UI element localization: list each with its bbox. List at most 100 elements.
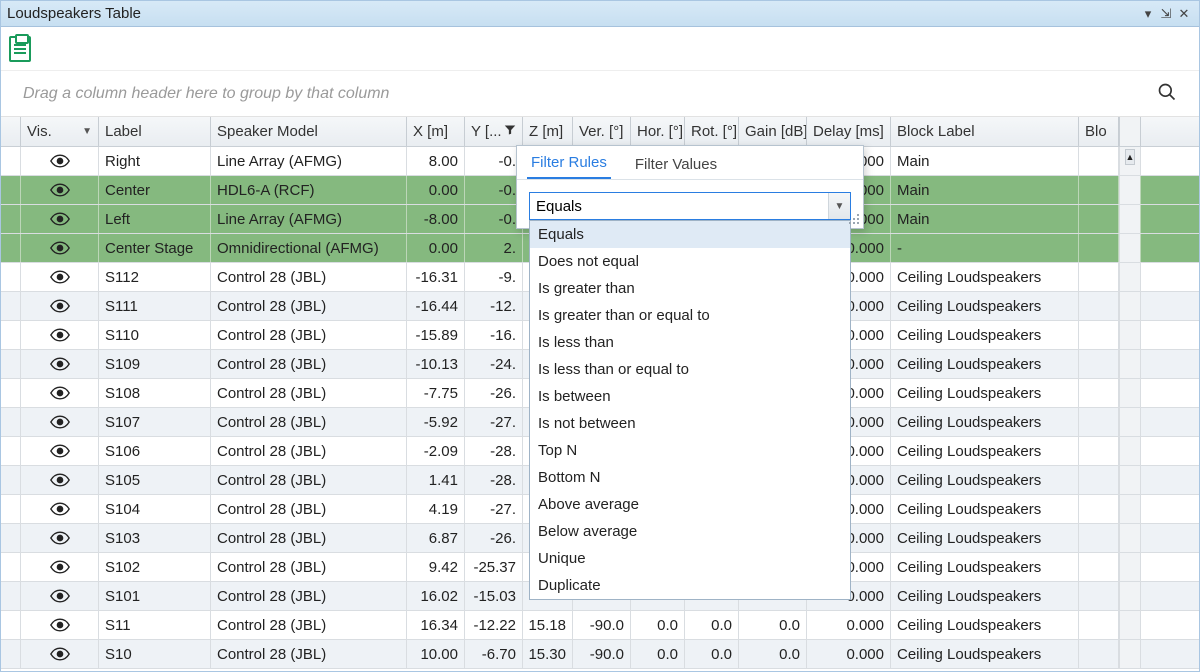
filter-icon[interactable] bbox=[504, 123, 516, 140]
cell-speaker-model[interactable]: Control 28 (JBL) bbox=[211, 437, 407, 465]
col-blo[interactable]: Blo bbox=[1079, 117, 1119, 146]
cell-block-label[interactable]: Ceiling Loudspeakers bbox=[891, 263, 1079, 291]
visibility-toggle[interactable] bbox=[21, 437, 99, 465]
cell-gain[interactable]: 0.0 bbox=[739, 640, 807, 668]
cell-block-label[interactable]: Ceiling Loudspeakers bbox=[891, 611, 1079, 639]
cell-x[interactable]: 1.41 bbox=[407, 466, 465, 494]
cell-blo[interactable] bbox=[1079, 234, 1119, 262]
col-z[interactable]: Z [m] bbox=[523, 117, 573, 146]
col-block-label[interactable]: Block Label bbox=[891, 117, 1079, 146]
cell-label[interactable]: Center bbox=[99, 176, 211, 204]
col-speaker-model[interactable]: Speaker Model bbox=[211, 117, 407, 146]
scrollbar-track[interactable] bbox=[1119, 553, 1141, 581]
filter-option[interactable]: Is greater than bbox=[530, 275, 850, 302]
cell-z[interactable]: 15.30 bbox=[523, 640, 573, 668]
visibility-toggle[interactable] bbox=[21, 176, 99, 204]
row-handle[interactable] bbox=[1, 176, 21, 204]
tab-filter-rules[interactable]: Filter Rules bbox=[527, 148, 611, 179]
title-bar[interactable]: Loudspeakers Table ▾ ⇲ ✕ bbox=[1, 1, 1199, 27]
scrollbar-track[interactable] bbox=[1119, 234, 1141, 262]
cell-speaker-model[interactable]: Line Array (AFMG) bbox=[211, 147, 407, 175]
filter-option[interactable]: Below average bbox=[530, 518, 850, 545]
cell-label[interactable]: S107 bbox=[99, 408, 211, 436]
filter-option[interactable]: Duplicate bbox=[530, 572, 850, 599]
cell-block-label[interactable]: Ceiling Loudspeakers bbox=[891, 379, 1079, 407]
clipboard-icon[interactable] bbox=[9, 36, 31, 62]
cell-label[interactable]: Right bbox=[99, 147, 211, 175]
cell-y[interactable]: -12. bbox=[465, 292, 523, 320]
col-gain[interactable]: Gain [dB] bbox=[739, 117, 807, 146]
cell-label[interactable]: S108 bbox=[99, 379, 211, 407]
cell-blo[interactable] bbox=[1079, 205, 1119, 233]
filter-option[interactable]: Equals bbox=[530, 221, 850, 248]
filter-option[interactable]: Top N bbox=[530, 437, 850, 464]
visibility-toggle[interactable] bbox=[21, 321, 99, 349]
cell-y[interactable]: -24. bbox=[465, 350, 523, 378]
group-by-panel[interactable]: Drag a column header here to group by th… bbox=[1, 71, 1199, 117]
cell-x[interactable]: -2.09 bbox=[407, 437, 465, 465]
cell-blo[interactable] bbox=[1079, 582, 1119, 610]
cell-speaker-model[interactable]: Control 28 (JBL) bbox=[211, 292, 407, 320]
resize-grip-icon[interactable] bbox=[847, 212, 859, 224]
cell-speaker-model[interactable]: Control 28 (JBL) bbox=[211, 379, 407, 407]
cell-blo[interactable] bbox=[1079, 147, 1119, 175]
row-handle[interactable] bbox=[1, 263, 21, 291]
cell-blo[interactable] bbox=[1079, 321, 1119, 349]
cell-block-label[interactable]: Main bbox=[891, 147, 1079, 175]
cell-speaker-model[interactable]: Control 28 (JBL) bbox=[211, 350, 407, 378]
row-handle[interactable] bbox=[1, 379, 21, 407]
cell-speaker-model[interactable]: HDL6-A (RCF) bbox=[211, 176, 407, 204]
row-handle[interactable] bbox=[1, 466, 21, 494]
col-vis[interactable]: Vis. ▼ bbox=[21, 117, 99, 146]
cell-block-label[interactable]: Ceiling Loudspeakers bbox=[891, 524, 1079, 552]
close-icon[interactable]: ✕ bbox=[1175, 6, 1193, 22]
cell-x[interactable]: 9.42 bbox=[407, 553, 465, 581]
cell-gain[interactable]: 0.0 bbox=[739, 611, 807, 639]
cell-y[interactable]: -28. bbox=[465, 466, 523, 494]
visibility-toggle[interactable] bbox=[21, 292, 99, 320]
cell-speaker-model[interactable]: Control 28 (JBL) bbox=[211, 321, 407, 349]
cell-speaker-model[interactable]: Line Array (AFMG) bbox=[211, 205, 407, 233]
cell-y[interactable]: -9. bbox=[465, 263, 523, 291]
cell-x[interactable]: -16.44 bbox=[407, 292, 465, 320]
row-handle[interactable] bbox=[1, 495, 21, 523]
visibility-toggle[interactable] bbox=[21, 553, 99, 581]
cell-label[interactable]: S106 bbox=[99, 437, 211, 465]
cell-delay[interactable]: 0.000 bbox=[807, 611, 891, 639]
cell-x[interactable]: 4.19 bbox=[407, 495, 465, 523]
cell-block-label[interactable]: Ceiling Loudspeakers bbox=[891, 640, 1079, 668]
cell-block-label[interactable]: Ceiling Loudspeakers bbox=[891, 553, 1079, 581]
cell-block-label[interactable]: Ceiling Loudspeakers bbox=[891, 350, 1079, 378]
row-handle[interactable] bbox=[1, 437, 21, 465]
cell-block-label[interactable]: Ceiling Loudspeakers bbox=[891, 437, 1079, 465]
scrollbar-track[interactable] bbox=[1119, 176, 1141, 204]
scrollbar-track[interactable] bbox=[1119, 379, 1141, 407]
filter-rule-dropdown[interactable]: EqualsDoes not equalIs greater thanIs gr… bbox=[529, 220, 851, 600]
cell-block-label[interactable]: Ceiling Loudspeakers bbox=[891, 495, 1079, 523]
row-handle[interactable] bbox=[1, 147, 21, 175]
table-row[interactable]: S11Control 28 (JBL)16.34-12.2215.18-90.0… bbox=[1, 611, 1199, 640]
cell-y[interactable]: -28. bbox=[465, 437, 523, 465]
row-handle[interactable] bbox=[1, 234, 21, 262]
cell-block-label[interactable]: - bbox=[891, 234, 1079, 262]
col-rot[interactable]: Rot. [°] bbox=[685, 117, 739, 146]
filter-option[interactable]: Is less than or equal to bbox=[530, 356, 850, 383]
cell-x[interactable]: -10.13 bbox=[407, 350, 465, 378]
filter-option[interactable]: Bottom N bbox=[530, 464, 850, 491]
cell-x[interactable]: 16.34 bbox=[407, 611, 465, 639]
tab-filter-values[interactable]: Filter Values bbox=[631, 150, 721, 179]
filter-option[interactable]: Does not equal bbox=[530, 248, 850, 275]
scrollbar-track[interactable] bbox=[1119, 611, 1141, 639]
cell-x[interactable]: 6.87 bbox=[407, 524, 465, 552]
cell-x[interactable]: -5.92 bbox=[407, 408, 465, 436]
cell-y[interactable]: -26. bbox=[465, 524, 523, 552]
cell-block-label[interactable]: Ceiling Loudspeakers bbox=[891, 466, 1079, 494]
visibility-toggle[interactable] bbox=[21, 205, 99, 233]
visibility-toggle[interactable] bbox=[21, 582, 99, 610]
cell-y[interactable]: -27. bbox=[465, 495, 523, 523]
scrollbar-track[interactable] bbox=[1119, 495, 1141, 523]
scroll-up-button[interactable]: ▲ bbox=[1125, 149, 1136, 165]
row-handle[interactable] bbox=[1, 553, 21, 581]
cell-label[interactable]: S103 bbox=[99, 524, 211, 552]
scrollbar-track[interactable] bbox=[1119, 408, 1141, 436]
